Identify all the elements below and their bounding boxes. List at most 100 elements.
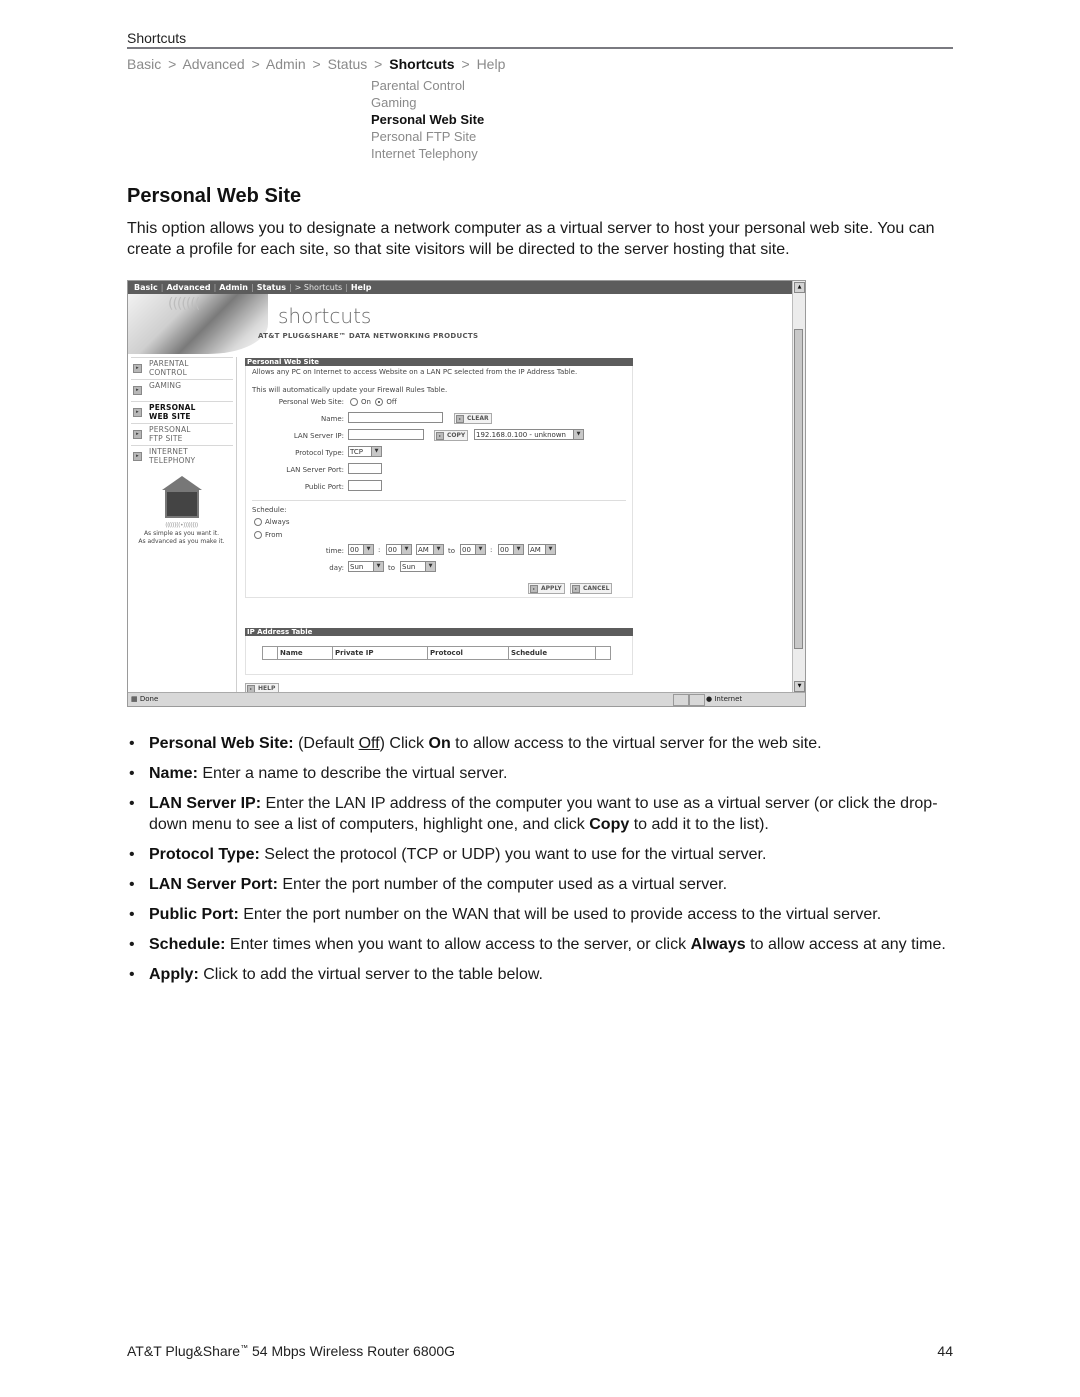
logo-rings: ((((((((•)))))))) [165,522,198,529]
cancel-button[interactable]: ▸ CANCEL [570,583,613,594]
breadcrumb-basic[interactable]: Basic [127,56,161,72]
left-nav-parental-control[interactable]: ▸ PARENTAL CONTROL [131,357,233,379]
router-nav-admin[interactable]: Admin [219,283,248,292]
left-nav-divider [236,357,237,697]
list-item: • Schedule: Enter times when you want to … [129,936,946,953]
scroll-up-icon[interactable]: ▲ [794,282,805,293]
bullet-icon: • [129,936,135,953]
name-input[interactable] [348,412,443,423]
submenu-internet-telephony[interactable]: Internet Telephony [371,145,484,162]
copy-button[interactable]: ▸ COPY [434,430,469,441]
list-item-term: LAN Server IP: [149,795,262,812]
browser-status-bar: ▦ Done ● Internet [128,692,805,706]
ip-address-select[interactable]: 192.168.0.100 - unknown ▼ [474,429,584,440]
router-nav-help[interactable]: Help [351,283,372,292]
router-banner: ((((((( shortcuts AT&T PLUG&SHARE™ DATA … [128,294,792,354]
public-port-input[interactable] [348,480,382,491]
submenu-personal-web-site: Personal Web Site [371,112,485,127]
section-divider [252,500,626,501]
list-item: • LAN Server IP: Enter the LAN IP address… [129,795,938,833]
dropdown-arrow-icon: ▼ [401,545,411,554]
breadcrumb-admin[interactable]: Admin [266,56,306,72]
house-body-icon [164,490,199,518]
breadcrumb-help[interactable]: Help [477,56,506,72]
left-nav-gaming[interactable]: ▸ GAMING [131,379,233,401]
router-nav-shortcuts[interactable]: > Shortcuts [295,283,343,292]
scroll-down-icon[interactable]: ▼ [794,681,805,692]
scroll-thumb[interactable] [794,329,803,649]
router-ui-screenshot: Basic | Advanced | Admin | Status | > Shortcuts |… [127,280,806,707]
bullet-icon: • [129,765,135,782]
apply-button[interactable]: ▸ APPLY [528,583,565,594]
dropdown-arrow-icon: ▼ [475,545,485,554]
schedule-from-label: From [265,531,283,539]
arrow-icon: ▸ [456,415,464,423]
dropdown-arrow-icon: ▼ [371,447,381,456]
time-to-hour-select[interactable]: 00 ▼ [460,544,486,555]
bullet-icon: • [129,846,135,863]
time-from-hour-select[interactable]: 00 ▼ [348,544,374,555]
dropdown-arrow-icon: ▼ [573,430,583,439]
bullet-icon: • [129,735,135,752]
day-label: day: [329,564,344,572]
clear-button[interactable]: ▸ CLEAR [454,413,492,424]
radio-on[interactable] [350,398,358,406]
router-nav-advanced[interactable]: Advanced [166,283,210,292]
time-from-ampm-select[interactable]: AM ▼ [416,544,444,555]
logo-slogan-1: As simple as you want it. [143,530,220,537]
submenu-parental-control[interactable]: Parental Control [371,77,484,94]
column-schedule: Schedule [508,646,596,660]
radio-off[interactable] [375,398,384,406]
day-to-select[interactable]: Sun ▼ [400,561,436,572]
list-item: • Name: Enter a name to describe the virt… [129,765,508,782]
plug-and-share-logo: ((((((((•)))))))) As simple as you want … [134,476,229,561]
list-item-term: Personal Web Site: [149,735,294,752]
list-item: • Personal Web Site: (Default Off) Click … [129,735,822,752]
dropdown-arrow-icon: ▼ [433,545,443,554]
bullet-icon: • [129,906,135,923]
house-icon [161,476,202,490]
router-nav-basic[interactable]: Basic [134,283,158,292]
dropdown-arrow-icon: ▼ [373,562,383,571]
lan-server-port-input[interactable] [348,463,382,474]
time-to-ampm-select[interactable]: AM ▼ [528,544,556,555]
submenu-gaming[interactable]: Gaming [371,94,484,111]
name-label: Name: [320,415,344,423]
list-item-term: Apply: [149,966,199,983]
left-nav-internet-telephony[interactable]: ▸ INTERNET TELEPHONY [131,445,233,467]
bullet-icon: • [129,795,135,812]
footer-product: AT&T Plug&Share™ 54 Mbps Wireless Router… [127,1343,456,1359]
time-from-minute-select[interactable]: 00 ▼ [386,544,412,555]
list-item: • LAN Server Port: Enter the port number … [129,876,728,893]
breadcrumb-separator: > [374,56,383,72]
bullet-icon: • [129,876,135,893]
lan-server-ip-input[interactable] [348,429,424,440]
protocol-type-select[interactable]: TCP ▼ [348,446,382,457]
left-nav-personal-ftp-site[interactable]: ▸ PERSONAL FTP SITE [131,423,233,445]
dropdown-arrow-icon: ▼ [545,545,555,554]
column-private-ip: Private IP [332,646,428,660]
submenu-personal-ftp-site[interactable]: Personal FTP Site [371,128,484,145]
column-name: Name [277,646,333,660]
bullet-icon: • [129,966,135,983]
day-from-select[interactable]: Sun ▼ [348,561,384,572]
router-nav-status[interactable]: Status [257,283,286,292]
time-to-minute-select[interactable]: 00 ▼ [498,544,524,555]
breadcrumb-separator: > [312,56,321,72]
schedule-always-radio[interactable] [254,518,262,526]
schedule-label: Schedule: [252,506,287,514]
list-item-term: Name: [149,765,198,782]
schedule-from-radio[interactable] [254,531,262,539]
vertical-scrollbar[interactable]: ▲ ▼ [792,281,805,693]
emphasis: Copy [589,816,630,833]
ip-address-table: Name Private IP Protocol Schedule [262,646,611,660]
list-item: • Apply: Click to add the virtual server … [129,966,543,983]
breadcrumb-advanced[interactable]: Advanced [182,56,244,72]
list-item-term: LAN Server Port: [149,876,278,893]
action-column [595,646,611,660]
breadcrumb-status[interactable]: Status [328,56,368,72]
left-nav-personal-web-site[interactable]: ▸ PERSONAL WEB SITE [131,401,233,423]
panel-note: This will automatically update your Fire… [252,386,448,394]
dropdown-arrow-icon: ▼ [513,545,523,554]
breadcrumb-separator: > [251,56,260,72]
